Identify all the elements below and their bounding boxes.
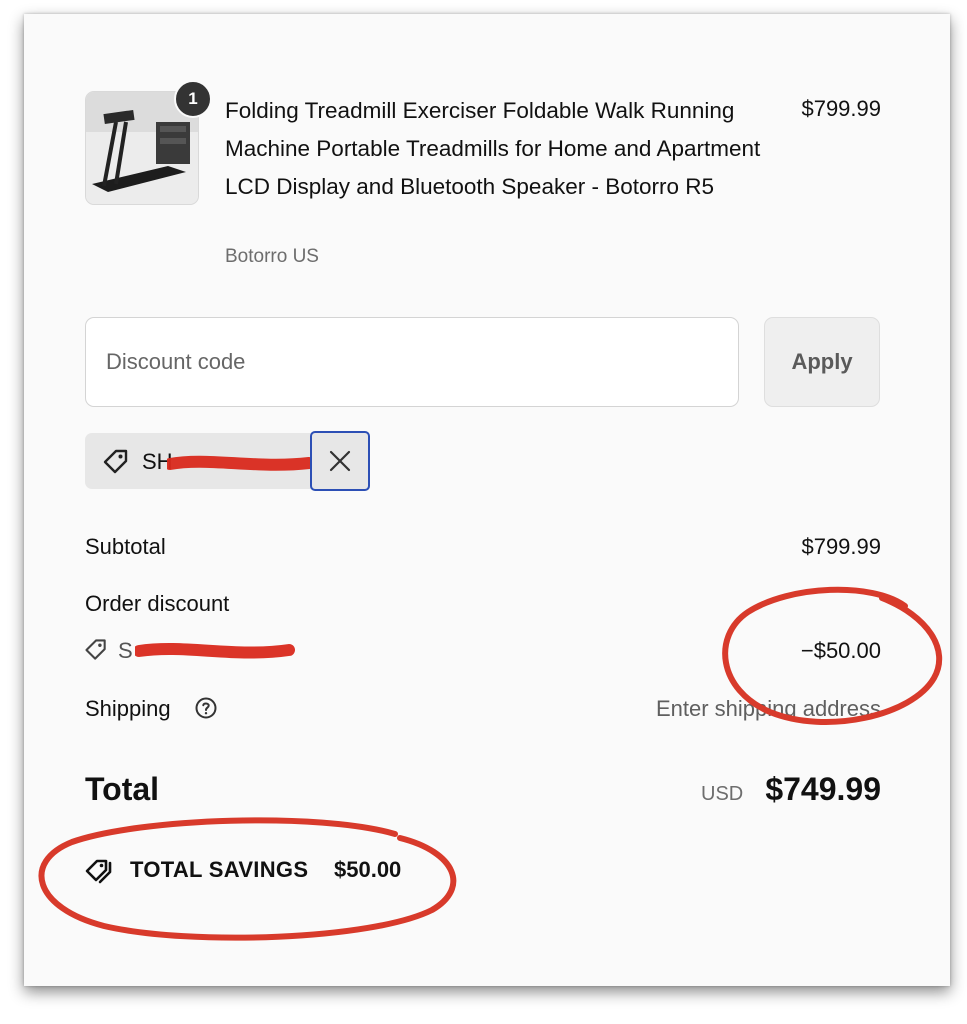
shipping-value: Enter shipping address xyxy=(655,696,881,721)
quantity-badge: 1 xyxy=(174,80,212,118)
apply-discount-button[interactable]: Apply xyxy=(764,317,880,407)
product-price: $799.99 xyxy=(801,96,881,121)
currency-code: USD xyxy=(701,783,744,805)
order-discount-value: −$50.00 xyxy=(800,638,881,663)
subtotal-label: Subtotal xyxy=(85,534,166,559)
subtotal-value: $799.99 xyxy=(801,534,881,559)
tag-icon xyxy=(85,639,106,660)
savings-tag-icon xyxy=(85,859,112,884)
total-value: $749.99 xyxy=(765,771,881,807)
order-discount-label: Order discount xyxy=(85,591,230,616)
redaction-mark xyxy=(135,642,295,659)
redaction-mark xyxy=(167,455,312,471)
order-discount-code: S xyxy=(118,638,133,663)
total-savings-label: TOTAL SAVINGS xyxy=(130,857,309,882)
tag-icon xyxy=(103,449,128,474)
product-vendor: Botorro US xyxy=(225,246,319,267)
help-icon[interactable] xyxy=(194,696,218,720)
applied-discount-chip: SH xyxy=(85,433,313,489)
close-icon xyxy=(329,450,351,472)
discount-code-input[interactable] xyxy=(85,317,739,407)
product-title: Folding Treadmill Exerciser Foldable Wal… xyxy=(225,98,761,199)
shipping-label: Shipping xyxy=(85,696,171,721)
remove-discount-button[interactable] xyxy=(310,431,370,491)
total-savings-value: $50.00 xyxy=(334,857,402,882)
total-label: Total xyxy=(85,771,160,807)
